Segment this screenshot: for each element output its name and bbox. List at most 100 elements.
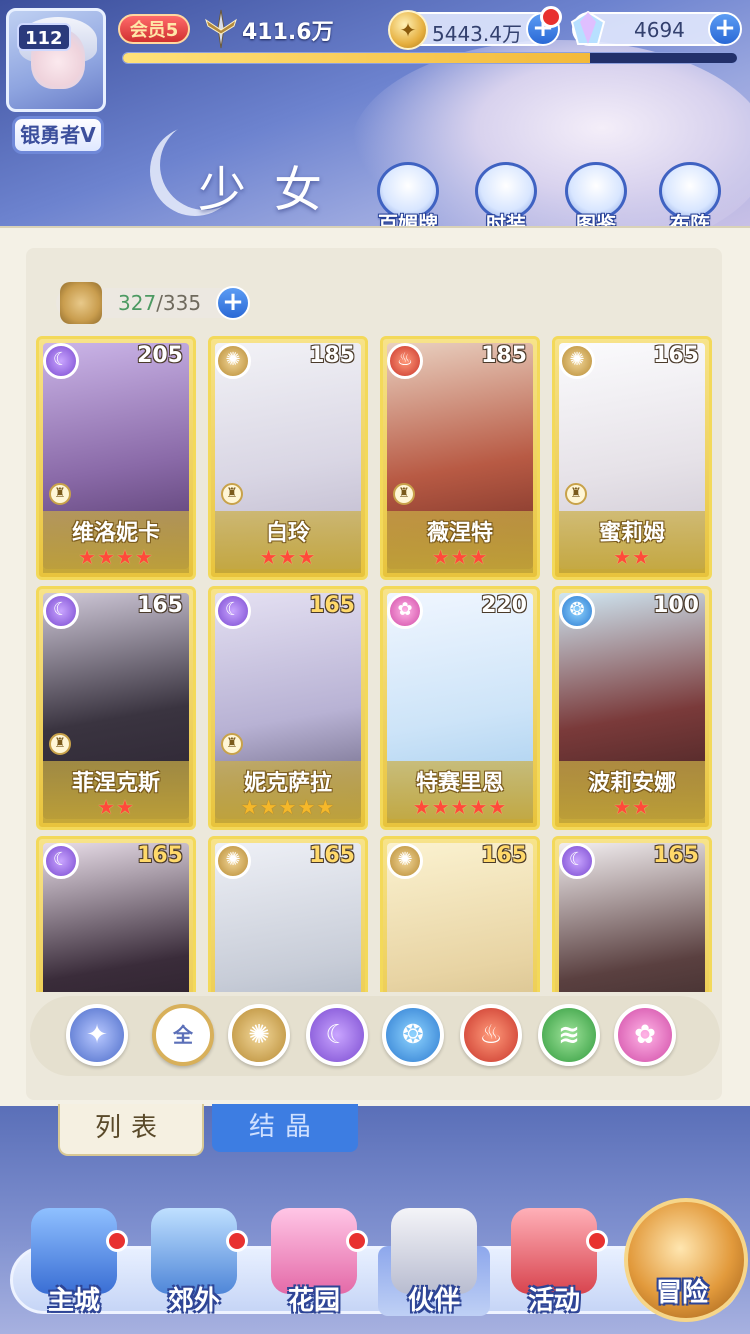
player-level: 112: [17, 23, 71, 51]
card-deck-button[interactable]: 百媚牌: [372, 162, 444, 236]
nav-main-city[interactable]: 主城: [14, 1208, 134, 1324]
character-level: 100: [653, 593, 699, 618]
fashion-button[interactable]: 时装: [470, 162, 542, 236]
nav-adventure[interactable]: 冒险: [622, 1272, 742, 1334]
role-icon: ♜: [565, 483, 587, 505]
character-card[interactable]: ✺ 165: [208, 836, 368, 992]
filter-all-button[interactable]: 全: [152, 1004, 214, 1066]
nav-outskirts[interactable]: 郊外: [134, 1208, 254, 1324]
rank-badge[interactable]: 银勇者V: [12, 116, 104, 154]
vip-badge[interactable]: 会员5: [118, 14, 190, 44]
character-card[interactable]: ☾ 205 ♜ 维洛妮卡 ★★★★: [36, 336, 196, 580]
gallery-button[interactable]: 图鉴: [560, 162, 632, 236]
notification-dot: [226, 1230, 248, 1252]
character-name: 菲涅克斯: [71, 771, 160, 796]
nav-main-city-label: 主城: [47, 1286, 100, 1316]
nav-outskirts-label: 郊外: [167, 1286, 220, 1316]
character-name: 妮克萨拉: [243, 771, 332, 796]
character-level: 165: [653, 343, 699, 368]
character-level: 165: [309, 593, 355, 618]
expand-capacity-button[interactable]: +: [216, 286, 250, 320]
character-card[interactable]: ♨ 185 ♜ 薇涅特 ★★★: [380, 336, 540, 580]
sun-element-icon: ✺: [215, 843, 251, 879]
filter-water-icon[interactable]: ❂: [382, 1004, 444, 1066]
exp-bar: [122, 52, 738, 64]
character-level: 165: [137, 843, 183, 868]
nav-partner[interactable]: 伙伴: [374, 1208, 494, 1324]
tab-crystal[interactable]: 结晶: [212, 1104, 358, 1152]
star-rating: ★★★: [259, 545, 317, 569]
collection-count-text: 327/335: [118, 291, 201, 315]
star-rating: ★★: [613, 545, 651, 569]
moon-element-icon: ☾: [43, 343, 79, 379]
gem-icon: [570, 10, 606, 45]
sun-element-icon: ✺: [215, 343, 251, 379]
add-gem-button[interactable]: +: [708, 12, 742, 46]
water-element-icon: ❂: [559, 593, 595, 629]
filter-moon-icon[interactable]: ☾: [306, 1004, 368, 1066]
role-icon: ♜: [393, 483, 415, 505]
filter-wind-icon[interactable]: ≋: [538, 1004, 600, 1066]
character-card[interactable]: ✺ 165: [380, 836, 540, 992]
power-value: 411.6万: [242, 20, 334, 45]
nav-partner-label: 伙伴: [407, 1286, 460, 1316]
moon-element-icon: ☾: [559, 843, 595, 879]
character-name: 波莉安娜: [587, 771, 676, 796]
star-rating: ★★★★★: [240, 795, 336, 819]
pink-element-icon: ✿: [387, 593, 423, 629]
character-name: 蜜莉姆: [598, 521, 665, 546]
nav-garden-label: 花园: [287, 1286, 340, 1316]
character-name: 维洛妮卡: [71, 521, 160, 546]
character-card[interactable]: ☾ 165 ♜ 菲涅克斯 ★★: [36, 586, 196, 830]
coin-resource: ✦ 5443.4万 +: [388, 10, 560, 50]
character-card[interactable]: ✿ 220 特赛里恩 ★★★★★: [380, 586, 540, 830]
gem-value: 4694: [634, 18, 685, 42]
filter-star-icon[interactable]: ✦: [66, 1004, 128, 1066]
notification-dot: [586, 1230, 608, 1252]
character-card[interactable]: ❂ 100 波莉安娜 ★★: [552, 586, 712, 830]
nav-garden[interactable]: 花园: [254, 1208, 374, 1324]
moon-element-icon: ☾: [43, 593, 79, 629]
player-avatar[interactable]: 112: [6, 8, 106, 112]
character-level: 220: [481, 593, 527, 618]
moon-element-icon: ☾: [43, 843, 79, 879]
collection-current: 327: [118, 291, 157, 315]
character-card[interactable]: ✺ 185 ♜ 白玲 ★★★: [208, 336, 368, 580]
character-level: 205: [137, 343, 183, 368]
character-card[interactable]: ✺ 165 ♜ 蜜莉姆 ★★: [552, 336, 712, 580]
notification-dot: [346, 1230, 368, 1252]
role-icon: ♜: [221, 483, 243, 505]
moon-element-icon: ☾: [215, 593, 251, 629]
collection-total: /335: [156, 291, 202, 315]
page-title: 少女: [198, 162, 351, 218]
bag-icon: [60, 282, 102, 324]
filter-fire-icon[interactable]: ♨: [460, 1004, 522, 1066]
character-card[interactable]: ☾ 165: [36, 836, 196, 992]
character-card[interactable]: ☾ 165: [552, 836, 712, 992]
star-rating: ★★★: [431, 545, 489, 569]
sun-element-icon: ✺: [387, 843, 423, 879]
nav-events-label: 活动: [527, 1286, 580, 1316]
nav-adventure-label: 冒险: [655, 1278, 708, 1308]
coin-icon: ✦: [388, 10, 428, 50]
card-grid: ☾ 205 ♜ 维洛妮卡 ★★★★ ✺ 185 ♜ 白玲 ★★★ ♨ 185 ♜ 薇涅特 ★★★ ✺ 165 ♜ 蜜…: [36, 336, 716, 992]
nav-events[interactable]: 活动: [494, 1208, 614, 1324]
character-name: 白玲: [265, 521, 310, 546]
exp-bar-fill: [123, 53, 590, 63]
character-level: 165: [309, 843, 355, 868]
tab-list[interactable]: 列表: [58, 1104, 204, 1156]
coin-notification-dot: [540, 6, 562, 28]
character-level: 165: [137, 593, 183, 618]
role-icon: ♜: [221, 733, 243, 755]
character-level: 165: [481, 843, 527, 868]
character-name: 薇涅特: [426, 521, 493, 546]
character-level: 185: [309, 343, 355, 368]
sun-element-icon: ✺: [559, 343, 595, 379]
formation-button[interactable]: 布阵: [654, 162, 726, 236]
gem-resource: 4694 +: [570, 10, 742, 46]
filter-pink-icon[interactable]: ✿: [614, 1004, 676, 1066]
character-level: 185: [481, 343, 527, 368]
coin-value: 5443.4万: [432, 22, 522, 46]
filter-sun-icon[interactable]: ✺: [228, 1004, 290, 1066]
character-card[interactable]: ☾ 165 ♜ 妮克萨拉 ★★★★★: [208, 586, 368, 830]
